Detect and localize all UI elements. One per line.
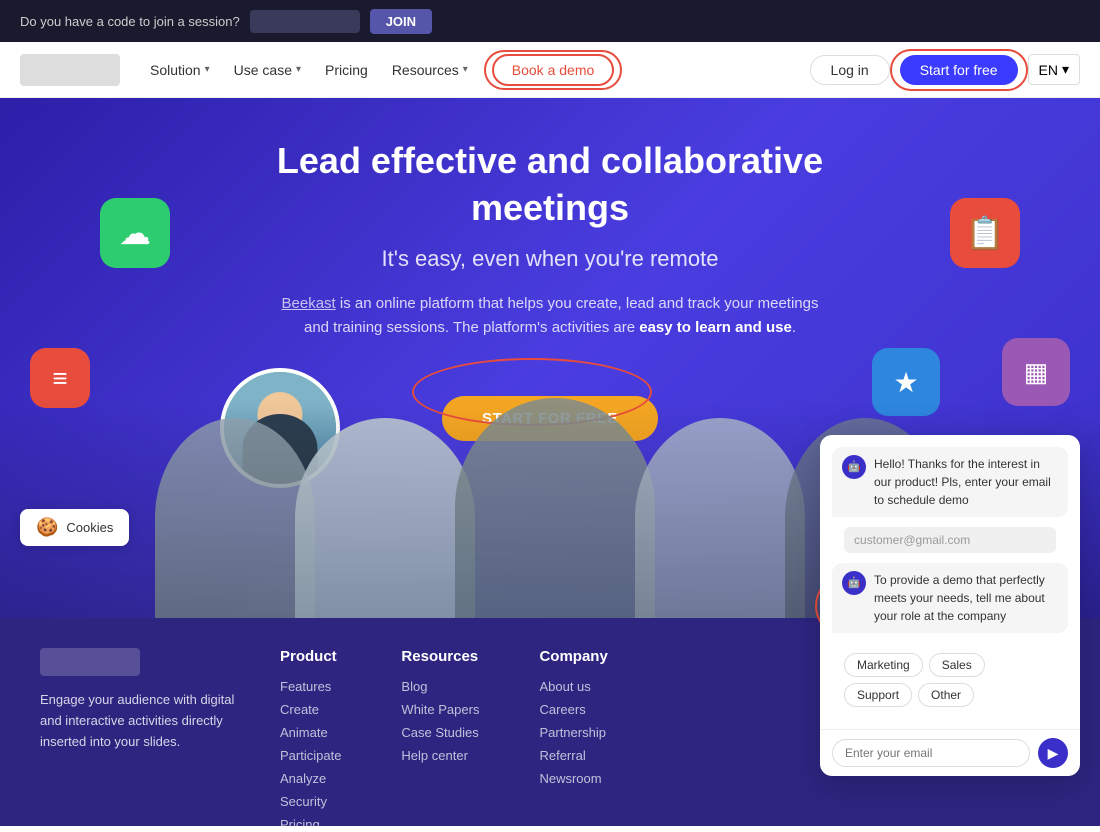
footer-link-participate[interactable]: Participate — [280, 748, 341, 763]
chat-send-button[interactable]: ▶ — [1038, 738, 1068, 768]
footer-link-whitepapers[interactable]: White Papers — [401, 702, 479, 717]
role-other-button[interactable]: Other — [918, 683, 974, 707]
footer-link-referral[interactable]: Referral — [539, 748, 607, 763]
chevron-down-icon: ▾ — [463, 64, 468, 75]
footer-link-casestudies[interactable]: Case Studies — [401, 725, 479, 740]
cookie-icon: 🍪 — [36, 517, 58, 538]
footer-resources-heading: Resources — [401, 648, 479, 665]
language-selector[interactable]: EN ▾ — [1028, 54, 1080, 85]
footer-link-pricing[interactable]: Pricing — [280, 817, 341, 832]
chat-messages: 🤖 Hello! Thanks for the interest in our … — [820, 435, 1080, 729]
table-icon: ▦ — [1002, 338, 1070, 406]
chat-bot-message-1: 🤖 Hello! Thanks for the interest in our … — [832, 447, 1068, 517]
footer-link-newsroom[interactable]: Newsroom — [539, 771, 607, 786]
chevron-down-icon: ▾ — [1062, 61, 1069, 78]
nav-resources[interactable]: Resources ▾ — [392, 62, 468, 78]
nav-solution[interactable]: Solution ▾ — [150, 62, 210, 78]
footer-link-helpcenter[interactable]: Help center — [401, 748, 479, 763]
session-code-input[interactable] — [250, 10, 360, 33]
chat-email-display: customer@gmail.com — [844, 527, 1056, 553]
nav-links: Solution ▾ Use case ▾ Pricing Resources … — [150, 54, 614, 86]
footer-link-features[interactable]: Features — [280, 679, 341, 694]
cookies-label: Cookies — [66, 520, 113, 535]
brand-name: Beekast — [282, 295, 336, 312]
chevron-down-icon: ▾ — [296, 64, 301, 75]
role-support-button[interactable]: Support — [844, 683, 912, 707]
footer-link-blog[interactable]: Blog — [401, 679, 479, 694]
footer-link-security[interactable]: Security — [280, 794, 341, 809]
hero-subheadline: It's easy, even when you're remote — [382, 246, 719, 272]
bot-avatar-2: 🤖 — [842, 571, 866, 595]
footer-link-aboutus[interactable]: About us — [539, 679, 607, 694]
footer-link-animate[interactable]: Animate — [280, 725, 341, 740]
join-button[interactable]: JOIN — [370, 9, 432, 34]
nav-right: Log in Start for free EN ▾ — [810, 54, 1080, 85]
cookies-bar[interactable]: 🍪 Cookies — [20, 509, 129, 546]
book-demo-button[interactable]: Book a demo — [492, 54, 615, 86]
footer-brand: Engage your audience with digital and in… — [40, 648, 240, 796]
top-bar: Do you have a code to join a session? JO… — [0, 0, 1100, 42]
nav-pricing[interactable]: Pricing — [325, 62, 368, 78]
footer-tagline: Engage your audience with digital and in… — [40, 690, 240, 752]
bot-avatar-1: 🤖 — [842, 455, 866, 479]
start-free-navbar-button[interactable]: Start for free — [900, 55, 1018, 85]
footer-link-partnership[interactable]: Partnership — [539, 725, 607, 740]
chevron-down-icon: ▾ — [205, 64, 210, 75]
role-marketing-button[interactable]: Marketing — [844, 653, 923, 677]
footer-resources-col: Resources Blog White Papers Case Studies… — [401, 648, 479, 796]
hero-description: Beekast is an online platform that helps… — [270, 292, 830, 340]
navbar: Solution ▾ Use case ▾ Pricing Resources … — [0, 42, 1100, 98]
nav-usecase[interactable]: Use case ▾ — [234, 62, 301, 78]
footer-product-col: Product Features Create Animate Particip… — [280, 648, 341, 796]
footer-link-create[interactable]: Create — [280, 702, 341, 717]
logo — [20, 54, 120, 86]
chat-footer: ▶ — [820, 729, 1080, 776]
footer-company-heading: Company — [539, 648, 607, 665]
chat-bot-message-2: 🤖 To provide a demo that perfectly meets… — [832, 563, 1068, 633]
role-sales-button[interactable]: Sales — [929, 653, 985, 677]
footer-logo — [40, 648, 140, 676]
chat-widget: 🤖 Hello! Thanks for the interest in our … — [820, 435, 1080, 776]
chat-email-input[interactable] — [832, 739, 1030, 767]
footer-link-analyze[interactable]: Analyze — [280, 771, 341, 786]
login-button[interactable]: Log in — [810, 55, 890, 85]
footer-company-col: Company About us Careers Partnership Ref… — [539, 648, 607, 796]
board-icon: 📋 — [950, 198, 1020, 268]
hero-headline: Lead effective and collaborative meeting… — [230, 138, 870, 232]
chat-role-buttons: Marketing Sales Support Other — [832, 643, 1068, 717]
footer-product-heading: Product — [280, 648, 341, 665]
footer-link-careers[interactable]: Careers — [539, 702, 607, 717]
topbar-label: Do you have a code to join a session? — [20, 14, 240, 29]
cloud-icon: ☁ — [100, 198, 170, 268]
